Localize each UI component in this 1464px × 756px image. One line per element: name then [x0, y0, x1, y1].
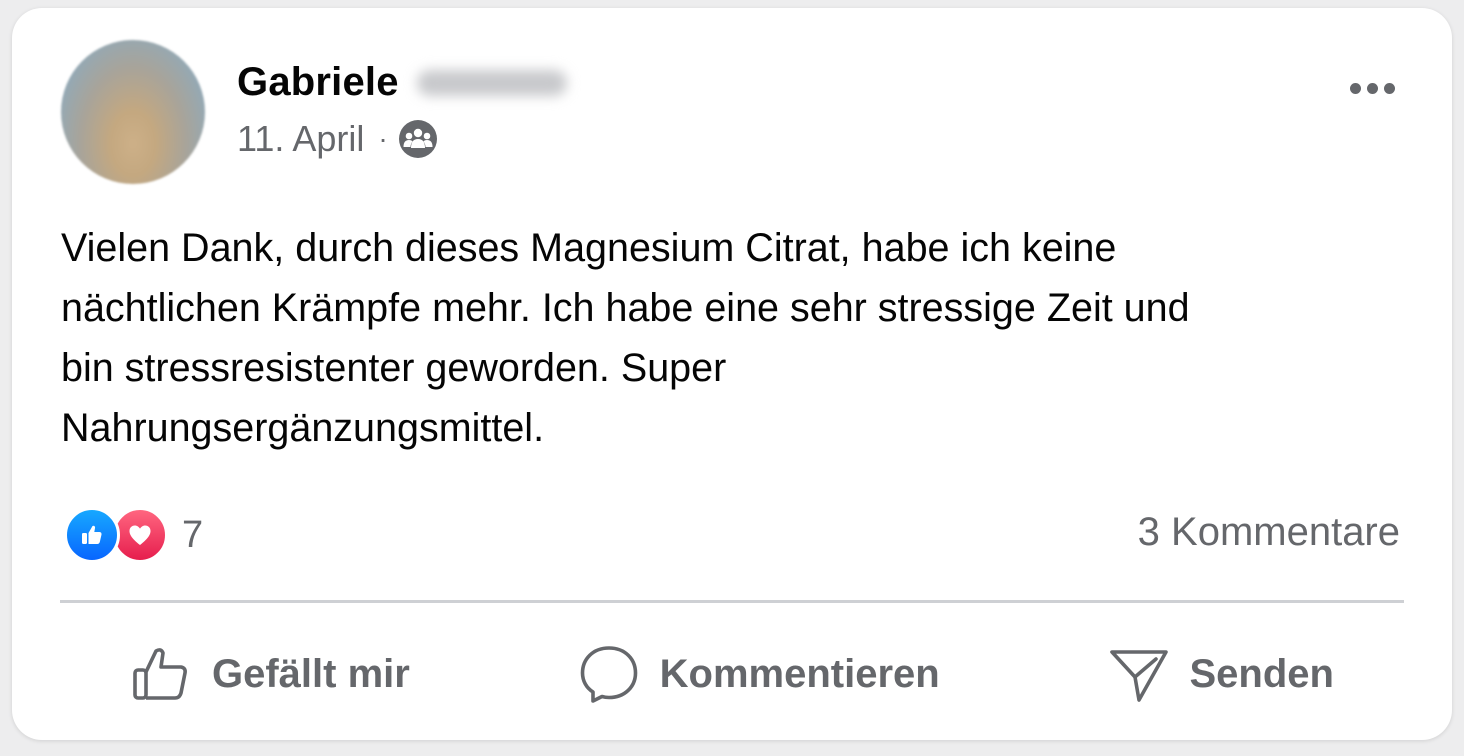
send-button[interactable]: Senden — [1108, 643, 1334, 705]
blurred-surname — [416, 69, 567, 96]
like-label: Gefällt mir — [212, 651, 410, 696]
love-icon — [112, 507, 168, 563]
reaction-count: 7 — [182, 513, 204, 556]
more-dot — [1383, 82, 1395, 94]
send-label: Senden — [1189, 651, 1334, 696]
more-dot — [1366, 82, 1378, 94]
like-icon — [64, 507, 120, 563]
thumbs-up-icon — [130, 643, 192, 705]
like-button[interactable]: Gefällt mir — [130, 643, 410, 705]
avatar[interactable] — [61, 40, 205, 184]
post-author: Gabriele — [237, 60, 567, 105]
post-date[interactable]: 11. April — [237, 118, 364, 160]
post-meta: 11. April · — [237, 118, 438, 160]
group-icon[interactable] — [398, 119, 438, 159]
action-bar: Gefällt mir Kommentieren Senden — [60, 628, 1404, 720]
more-options-icon[interactable] — [1342, 70, 1402, 106]
comment-icon — [578, 643, 640, 705]
post-text: Vielen Dank, durch dieses Magnesium Citr… — [61, 226, 1190, 450]
divider — [60, 600, 1404, 603]
comment-button[interactable]: Kommentieren — [578, 643, 940, 705]
meta-separator: · — [378, 123, 388, 154]
send-icon — [1108, 643, 1170, 705]
author-name[interactable]: Gabriele — [237, 60, 399, 105]
more-dot — [1349, 82, 1361, 94]
reactions-summary[interactable]: 7 — [64, 507, 203, 563]
comments-count-link[interactable]: 3 Kommentare — [1138, 510, 1400, 555]
post-card: Gabriele 11. April · Vielen Dank, durch … — [12, 8, 1452, 740]
comment-label: Kommentieren — [659, 651, 940, 696]
